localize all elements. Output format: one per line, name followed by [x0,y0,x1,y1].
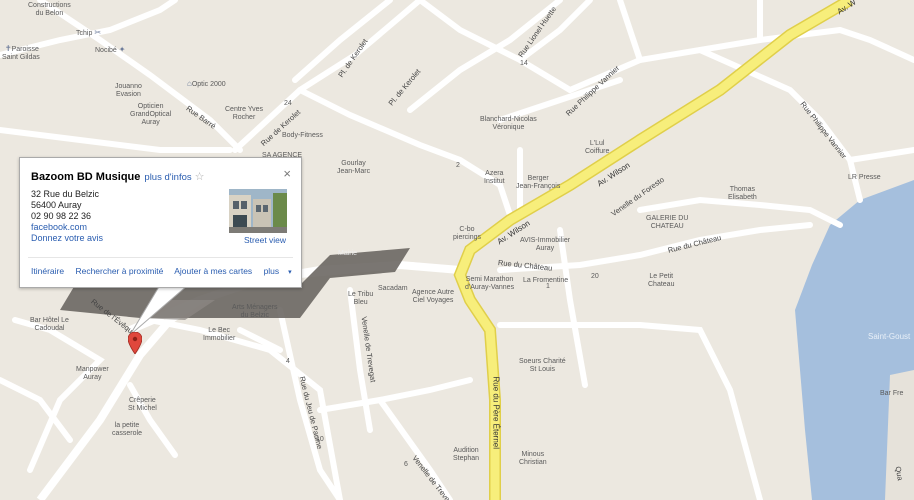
street-number: 1 [546,283,550,290]
place-lul[interactable]: L'Lul Coiffure [585,140,609,156]
place-avis[interactable]: AVIS-Immobilier Auray [520,237,570,253]
place-thomas[interactable]: Thomas Elisabeth [728,186,757,202]
place-petit-chateau[interactable]: Le Petit Chateau [648,273,674,289]
map-canvas[interactable]: Constructions du Belon Tchip ✂ Nocibé ✦ ✝P… [0,0,914,500]
place-audition[interactable]: Audition Stephan [453,447,479,463]
place-title: Bazoom BD Musique plus d'infos ☆ [31,170,205,183]
review-link[interactable]: Donnez votre avis [31,233,103,244]
street-number: 6 [404,461,408,468]
popup-actions: Itinéraire Rechercher à proximité Ajoute… [31,266,310,276]
street-number: 2 [456,162,460,169]
place-bec[interactable]: Le Bec Immobilier [203,327,235,343]
place-semi[interactable]: Semi Marathon d'Auray-Vannes [465,276,514,292]
place-address: 32 Rue du Belzic 56400 Auray 02 90 98 22… [31,189,103,244]
place-minous[interactable]: Minous Christian [519,451,547,467]
place-manpower[interactable]: Manpower Auray [76,366,109,382]
place-constructions[interactable]: Constructions du Belon [28,2,71,18]
search-nearby-link[interactable]: Rechercher à proximité [75,266,163,276]
street-number: 10 [316,436,324,443]
street-rue-pere-eternel: Rue du Père Éternel [491,376,501,450]
street-number: 4 [286,358,290,365]
address-line1: 32 Rue du Belzic [31,189,100,199]
place-lr-presse[interactable]: LR Presse [848,174,881,182]
address-line2: 56400 Auray [31,200,82,210]
place-creperie[interactable]: Crêperie St Michel [128,397,157,413]
hairdresser-icon: ✂ [94,28,102,37]
street-number: 14 [520,60,528,67]
church-icon: ✝ [4,44,12,53]
place-blanchard[interactable]: Blanchard-Nicolas Véronique [480,116,537,132]
divider [28,257,293,258]
place-galerie[interactable]: GALERIE DU CHATEAU [646,215,688,231]
place-centre-yves[interactable]: Centre Yves Rocher [225,106,263,122]
place-name: Bazoom BD Musique [31,171,141,183]
street-view-thumbnail[interactable] [229,189,287,233]
place-petite[interactable]: la petite casserole [112,422,142,438]
map-pin-icon[interactable] [128,332,142,354]
save-to-maps-link[interactable]: Ajouter à mes cartes [174,266,252,276]
street-number: 24 [284,100,292,107]
place-bar-hotel[interactable]: Bar Hôtel Le Cadoudal [30,317,69,333]
place-sacadam[interactable]: Sacadam [378,285,408,293]
place-azera[interactable]: Azera Institut [484,170,505,186]
place-nocibe[interactable]: Nocibé ✦ [95,46,126,55]
place-tribu[interactable]: Le Tribu Bleu [348,291,373,307]
place-agence[interactable]: Agence Autre Ciel Voyages [412,289,454,305]
place-paroisse[interactable]: ✝Paroisse Saint Gildas [2,45,40,62]
more-actions-dropdown[interactable]: plus ▾ [264,266,301,276]
chevron-down-icon: ▾ [288,269,292,276]
place-soeurs[interactable]: Soeurs Charité St Louis [519,358,566,374]
place-berger[interactable]: Berger Jean-François [516,175,560,191]
place-tchip[interactable]: Tchip ✂ [76,29,101,38]
cosmetics-icon: ✦ [118,45,126,54]
place-bar-fre[interactable]: Bar Fre [880,390,903,398]
more-info-link[interactable]: plus d'infos [144,172,191,183]
close-icon[interactable]: × [283,166,291,181]
street-view-link[interactable]: Street view [244,235,286,245]
place-body-fitness[interactable]: Body-Fitness [282,132,323,140]
info-window: Bazoom BD Musique plus d'infos ☆ × 32 Rue … [19,157,302,288]
place-optic2000[interactable]: ⌂Optic 2000 [185,80,226,89]
popup-tail [130,285,189,335]
place-opticien[interactable]: Opticien GrandOptical Auray [130,103,171,127]
place-mairie[interactable]: Mairie [338,250,357,258]
place-jouanno[interactable]: Jouanno Evasion [115,83,142,99]
phone-number: 02 90 98 22 36 [31,211,92,221]
route-link[interactable]: Itinéraire [31,266,64,276]
place-gourlay[interactable]: Gourlay Jean-Marc [337,160,370,176]
star-icon[interactable]: ☆ [195,171,205,183]
street-number: 20 [591,273,599,280]
place-cbo[interactable]: C-bo piercings [453,226,481,242]
place-arts[interactable]: Arts Ménagers du Belzic [232,304,278,320]
website-link[interactable]: facebook.com [31,222,103,233]
label-saint-goustan: Saint-Goust [868,332,911,341]
more-actions-label: plus [263,266,280,276]
